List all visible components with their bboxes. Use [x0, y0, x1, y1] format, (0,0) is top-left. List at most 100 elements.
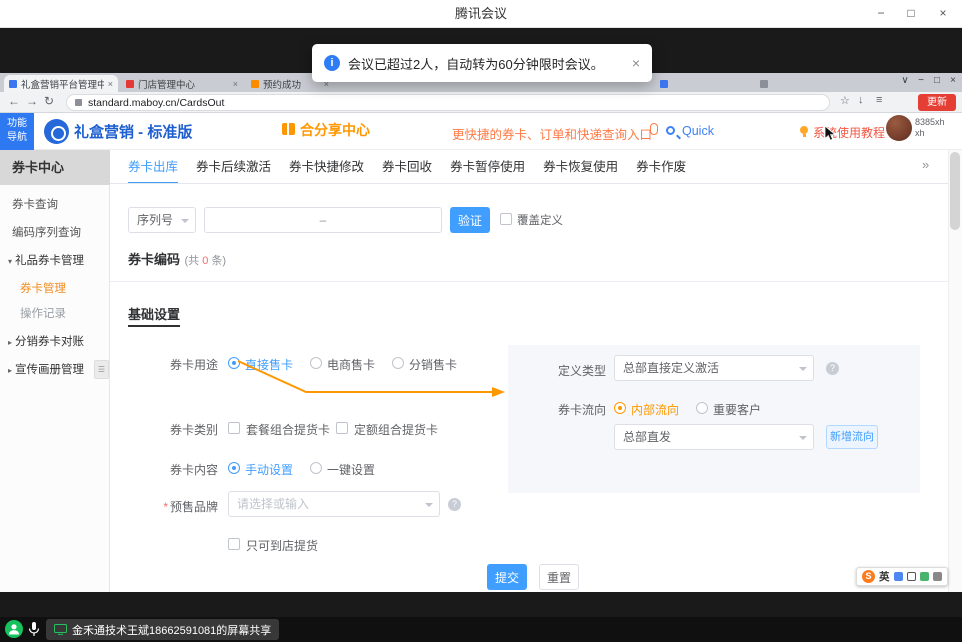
- tab-basic-settings[interactable]: 基础设置: [128, 304, 180, 323]
- browser-minimize-button[interactable]: −: [914, 75, 928, 86]
- tab-card-activate[interactable]: 券卡后续激活: [196, 156, 271, 184]
- serial-select[interactable]: 序列号: [128, 207, 196, 233]
- back-icon[interactable]: ←: [8, 94, 20, 108]
- browser-close-button[interactable]: ×: [946, 75, 960, 86]
- avatar[interactable]: [886, 115, 912, 141]
- caret-icon: [425, 503, 433, 507]
- url-field[interactable]: standard.maboy.cn/CardsOut: [66, 94, 830, 111]
- radio-manual-setup[interactable]: [228, 462, 240, 474]
- info-icon[interactable]: ?: [448, 498, 461, 511]
- ime-logo-icon[interactable]: S: [862, 570, 875, 583]
- promo-link[interactable]: 更快捷的券卡、订单和快递查询入口: [452, 124, 652, 143]
- tab-favicon: [251, 80, 259, 88]
- meeting-window: 腾讯会议 − □ × 礼盒营销平台管理中心 × 门店管理中心 × 预约成功 × …: [0, 0, 962, 642]
- verify-button[interactable]: 验证: [450, 207, 490, 233]
- chevron-down-icon: ▾: [8, 257, 12, 266]
- reload-icon[interactable]: ↻: [44, 94, 54, 108]
- quick-search-link[interactable]: Quick: [682, 124, 714, 138]
- close-button[interactable]: ×: [928, 0, 958, 27]
- serial-input[interactable]: [204, 207, 442, 233]
- option-fixed-combo-pickup-card[interactable]: 定额组合提货卡: [354, 421, 438, 438]
- browser-tab[interactable]: 门店管理中心 ×: [121, 75, 243, 93]
- radio-important-customer[interactable]: [696, 402, 708, 414]
- site-icon: [75, 99, 82, 106]
- override-label: 覆盖定义: [517, 212, 563, 228]
- flow-select[interactable]: 总部直发: [614, 424, 814, 450]
- meeting-app-icon[interactable]: [5, 620, 23, 638]
- minimize-button[interactable]: −: [866, 0, 896, 27]
- radio-one-click-setup[interactable]: [310, 462, 322, 474]
- option-store-pickup-only[interactable]: 只可到店提货: [246, 537, 318, 554]
- tab-favicon: [660, 80, 668, 88]
- bookmark-star-icon[interactable]: ☆: [840, 94, 850, 107]
- checkbox-fixed-combo-pickup-card[interactable]: [336, 422, 348, 434]
- info-icon: i: [324, 55, 340, 71]
- sidebar-item-card-mgmt-active[interactable]: 券卡管理: [20, 280, 66, 296]
- mouse-cursor: [824, 125, 838, 142]
- checkbox-combo-pickup-card[interactable]: [228, 422, 240, 434]
- tab-card-recycle[interactable]: 券卡回收: [382, 156, 432, 184]
- tab-close-icon[interactable]: ×: [233, 79, 238, 89]
- sidebar-item-code-sequence-query[interactable]: 编码序列查询: [12, 224, 81, 240]
- tab-card-void[interactable]: 券卡作废: [636, 156, 686, 184]
- define-type-select[interactable]: 总部直接定义激活: [614, 355, 814, 381]
- toolbox-icon[interactable]: [933, 572, 942, 581]
- maximize-button[interactable]: □: [896, 0, 926, 27]
- mic-icon[interactable]: [894, 572, 903, 581]
- sidebar-item-card-query[interactable]: 券卡查询: [12, 196, 58, 212]
- toast-close-icon[interactable]: ×: [632, 55, 640, 71]
- info-icon[interactable]: ?: [826, 362, 839, 375]
- ime-language-toggle[interactable]: 英: [879, 569, 890, 584]
- tab-card-quick-edit[interactable]: 券卡快捷修改: [289, 156, 364, 184]
- caret-icon: [799, 367, 807, 371]
- browser-maximize-button[interactable]: □: [930, 75, 944, 86]
- download-icon[interactable]: ↓: [858, 94, 864, 106]
- annotation-arrow: [230, 352, 520, 402]
- search-icon[interactable]: [666, 126, 675, 135]
- codes-header: 券卡编码 (共 0 条): [128, 249, 226, 269]
- scrollbar-thumb[interactable]: [950, 152, 960, 230]
- radio-internal-flow[interactable]: [614, 402, 626, 414]
- browser-tab-active[interactable]: 礼盒营销平台管理中心 ×: [4, 75, 118, 93]
- browser-tab[interactable]: [655, 75, 751, 93]
- add-flow-button[interactable]: 新增流向: [826, 425, 878, 449]
- required-mark: *: [163, 500, 168, 514]
- browser-menu-chevron-icon[interactable]: ∨: [898, 75, 912, 86]
- brand-title: 礼盒营销 - 标准版: [74, 121, 192, 142]
- keyboard-icon[interactable]: [907, 572, 916, 581]
- brand-select[interactable]: 请选择或输入: [228, 491, 440, 517]
- panel-expand-icon[interactable]: »: [922, 157, 929, 172]
- sidebar-collapse-handle[interactable]: ☰: [94, 360, 109, 379]
- reset-button[interactable]: 重置: [539, 564, 579, 590]
- forward-icon[interactable]: →: [26, 94, 38, 108]
- share-center-link[interactable]: 合分享中心: [300, 120, 370, 140]
- nav-toggle-button[interactable]: 功能 导航: [0, 113, 34, 150]
- tab-card-outbound[interactable]: 券卡出库: [128, 156, 178, 184]
- option-manual-setup[interactable]: 手动设置: [245, 461, 293, 478]
- sidebar-group-gift-card-mgmt[interactable]: ▾礼品券卡管理: [8, 252, 84, 268]
- checkbox-store-pickup-only[interactable]: [228, 538, 240, 550]
- mic-icon[interactable]: [27, 621, 41, 637]
- sidebar-group-brochure-mgmt[interactable]: ▸宣传画册管理: [8, 361, 84, 377]
- caret-icon: [799, 436, 807, 440]
- submit-button[interactable]: 提交: [487, 564, 527, 590]
- option-combo-pickup-card[interactable]: 套餐组合提货卡: [246, 421, 330, 438]
- browser-tab[interactable]: [755, 75, 851, 93]
- update-button[interactable]: 更新: [918, 94, 956, 111]
- option-one-click-setup[interactable]: 一键设置: [327, 461, 375, 478]
- tab-card-pause[interactable]: 券卡暂停使用: [450, 156, 525, 184]
- tab-close-icon[interactable]: ×: [108, 79, 113, 89]
- override-checkbox[interactable]: [500, 213, 512, 225]
- browser-menu-icon[interactable]: ≡: [876, 94, 882, 106]
- skin-icon[interactable]: [920, 572, 929, 581]
- screen-share-indicator[interactable]: 金禾通技术王斌18662591081的屏幕共享: [46, 619, 279, 640]
- brand-logo-icon: [44, 119, 69, 144]
- option-internal-flow[interactable]: 内部流向: [631, 401, 679, 418]
- sidebar-group-distribution-reconcile[interactable]: ▸分销券卡对账: [8, 333, 84, 349]
- flow-label: 券卡流向: [510, 401, 606, 418]
- option-important-customer[interactable]: 重要客户: [713, 401, 761, 418]
- ime-toolbar[interactable]: S 英: [856, 567, 948, 586]
- sidebar-item-operation-log[interactable]: 操作记录: [20, 305, 66, 321]
- tab-card-resume[interactable]: 券卡恢复使用: [543, 156, 618, 184]
- meeting-toast: i 会议已超过2人，自动转为60分钟限时会议。 ×: [312, 44, 652, 82]
